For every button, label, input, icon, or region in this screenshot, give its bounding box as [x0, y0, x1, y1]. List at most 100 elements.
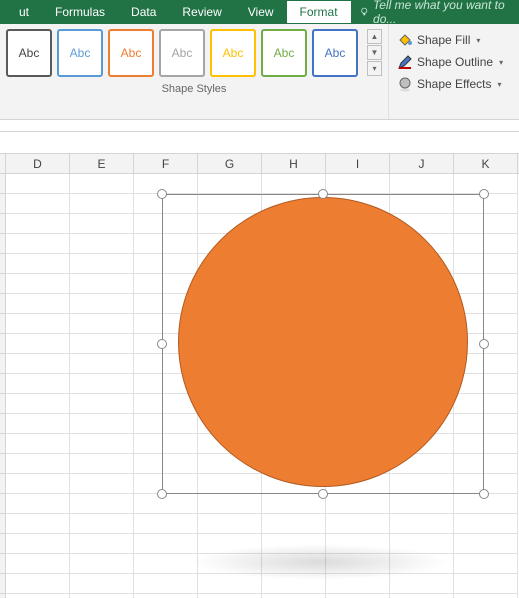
cell[interactable]: [262, 594, 326, 598]
tab-review[interactable]: Review: [169, 1, 234, 23]
cell[interactable]: [262, 174, 326, 194]
cell[interactable]: [6, 414, 70, 434]
cell[interactable]: [326, 594, 390, 598]
resize-handle-mr[interactable]: [479, 339, 489, 349]
shape-style-2[interactable]: Abc: [57, 29, 103, 77]
cell[interactable]: [70, 434, 134, 454]
tab-format[interactable]: Format: [287, 1, 351, 23]
shape-style-3[interactable]: Abc: [108, 29, 154, 77]
cell[interactable]: [262, 514, 326, 534]
cell[interactable]: [6, 294, 70, 314]
cell[interactable]: [6, 174, 70, 194]
cell[interactable]: [70, 454, 134, 474]
cell[interactable]: [6, 374, 70, 394]
cell[interactable]: [454, 554, 518, 574]
cell[interactable]: [390, 514, 454, 534]
tab-data[interactable]: Data: [118, 1, 169, 23]
cell[interactable]: [70, 554, 134, 574]
cell[interactable]: [70, 274, 134, 294]
cell[interactable]: [6, 554, 70, 574]
cell[interactable]: [70, 294, 134, 314]
gallery-down-icon[interactable]: ▼: [367, 45, 382, 60]
col-header-h[interactable]: H: [262, 154, 326, 173]
cell[interactable]: [6, 214, 70, 234]
resize-handle-tr[interactable]: [479, 189, 489, 199]
cell[interactable]: [70, 394, 134, 414]
resize-handle-bl[interactable]: [157, 489, 167, 499]
cell[interactable]: [70, 514, 134, 534]
cell[interactable]: [134, 574, 198, 594]
cell[interactable]: [70, 414, 134, 434]
cell[interactable]: [390, 174, 454, 194]
shape-style-5[interactable]: Abc: [210, 29, 256, 77]
shape-style-7[interactable]: Abc: [312, 29, 358, 77]
cell[interactable]: [70, 234, 134, 254]
cell[interactable]: [134, 514, 198, 534]
shape-effects-button[interactable]: Shape Effects ▾: [393, 74, 507, 94]
cell[interactable]: [326, 174, 390, 194]
cell[interactable]: [454, 534, 518, 554]
cell[interactable]: [198, 494, 262, 514]
cell[interactable]: [134, 534, 198, 554]
resize-handle-ml[interactable]: [157, 339, 167, 349]
cell[interactable]: [198, 594, 262, 598]
cell[interactable]: [70, 254, 134, 274]
cell[interactable]: [70, 574, 134, 594]
resize-handle-bm[interactable]: [318, 489, 328, 499]
shape-outline-button[interactable]: Shape Outline ▾: [393, 52, 507, 72]
cell[interactable]: [6, 594, 70, 598]
cell[interactable]: [454, 594, 518, 598]
cell[interactable]: [70, 474, 134, 494]
cell[interactable]: [390, 574, 454, 594]
col-header-d[interactable]: D: [6, 154, 70, 173]
cell[interactable]: [70, 494, 134, 514]
col-header-i[interactable]: I: [326, 154, 390, 173]
col-header-e[interactable]: E: [70, 154, 134, 173]
cell[interactable]: [6, 234, 70, 254]
cell[interactable]: [6, 454, 70, 474]
cell[interactable]: [6, 354, 70, 374]
shape-style-4[interactable]: Abc: [159, 29, 205, 77]
cell[interactable]: [454, 574, 518, 594]
cell[interactable]: [390, 594, 454, 598]
shape-style-6[interactable]: Abc: [261, 29, 307, 77]
cell[interactable]: [390, 494, 454, 514]
resize-handle-tl[interactable]: [157, 189, 167, 199]
formula-bar[interactable]: [0, 132, 519, 154]
cell[interactable]: [134, 554, 198, 574]
cell[interactable]: [326, 494, 390, 514]
gallery-up-icon[interactable]: ▲: [367, 29, 382, 44]
shape-fill-button[interactable]: Shape Fill ▾: [393, 30, 507, 50]
resize-handle-br[interactable]: [479, 489, 489, 499]
resize-handle-tm[interactable]: [318, 189, 328, 199]
col-header-k[interactable]: K: [454, 154, 518, 173]
cell[interactable]: [6, 254, 70, 274]
cell[interactable]: [70, 174, 134, 194]
cell[interactable]: [70, 354, 134, 374]
tab-layout[interactable]: ut: [6, 1, 42, 23]
cell[interactable]: [6, 494, 70, 514]
cell[interactable]: [6, 434, 70, 454]
cell[interactable]: [70, 334, 134, 354]
tab-view[interactable]: View: [235, 1, 287, 23]
cell[interactable]: [6, 474, 70, 494]
cell[interactable]: [262, 494, 326, 514]
cell[interactable]: [198, 174, 262, 194]
shape-style-1[interactable]: Abc: [6, 29, 52, 77]
cell[interactable]: [70, 374, 134, 394]
cell[interactable]: [198, 514, 262, 534]
cell[interactable]: [70, 214, 134, 234]
col-header-g[interactable]: G: [198, 154, 262, 173]
tab-formulas[interactable]: Formulas: [42, 1, 118, 23]
cell[interactable]: [6, 274, 70, 294]
cell[interactable]: [6, 334, 70, 354]
cell[interactable]: [134, 594, 198, 598]
gallery-more-icon[interactable]: ▾: [367, 61, 382, 76]
cell[interactable]: [70, 194, 134, 214]
cell[interactable]: [326, 514, 390, 534]
cell[interactable]: [6, 534, 70, 554]
col-header-j[interactable]: J: [390, 154, 454, 173]
cell[interactable]: [454, 514, 518, 534]
cell[interactable]: [6, 194, 70, 214]
cell[interactable]: [70, 534, 134, 554]
